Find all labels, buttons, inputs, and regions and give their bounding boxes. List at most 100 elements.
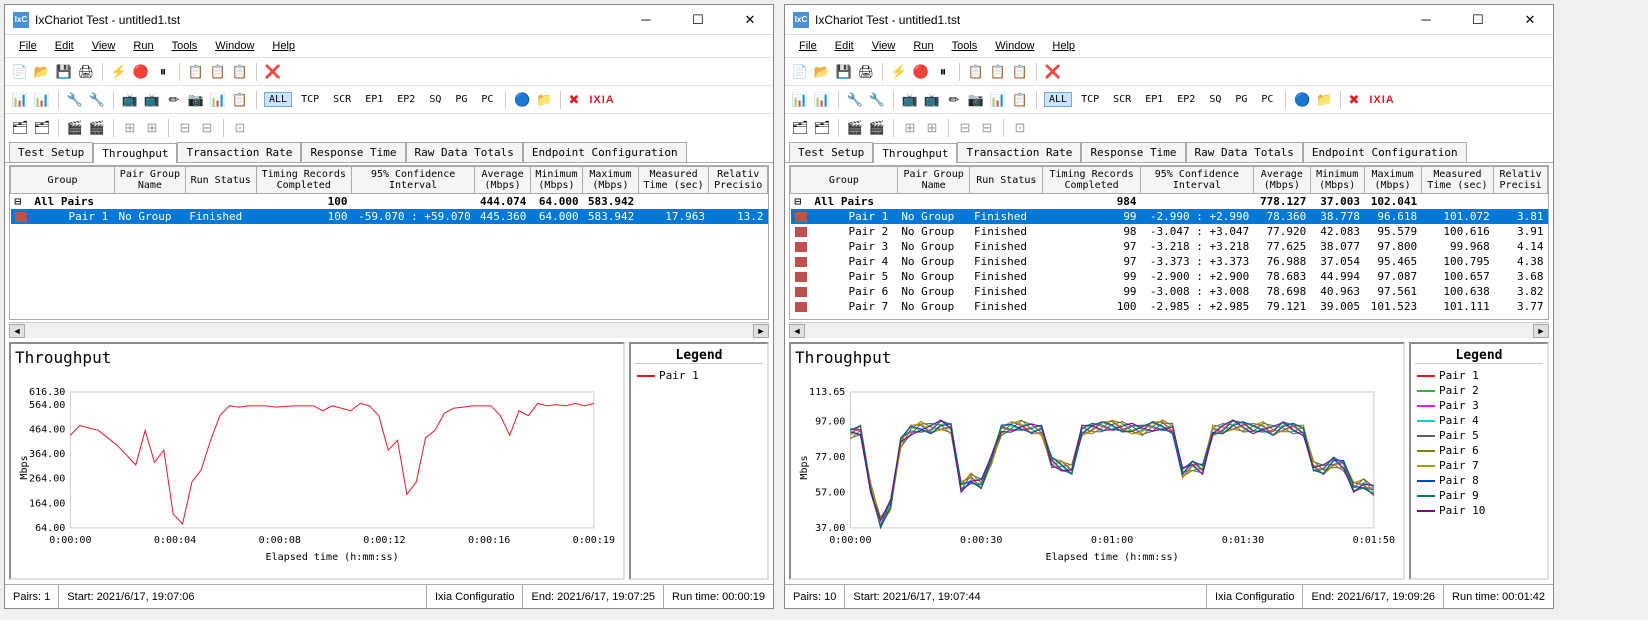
tool-icon-4[interactable]: 📺 <box>143 91 161 109</box>
toolbar-icon-2[interactable]: 💾 <box>55 63 73 81</box>
tab-endpoint-configuration[interactable]: Endpoint Configuration <box>1303 142 1467 162</box>
column-header[interactable]: Average(Mbps) <box>1253 167 1310 194</box>
table-row[interactable]: Pair 6 No GroupFinished 99-3.008 : +3.00… <box>791 284 1548 299</box>
scroll-left-button[interactable]: ◄ <box>9 324 25 338</box>
tool-icon-7[interactable]: 📊 <box>209 91 227 109</box>
chart[interactable]: Throughput 64.00164.00264.00364.00464.00… <box>9 342 625 580</box>
tool-icon-9[interactable]: 🔵 <box>1293 91 1311 109</box>
menu-view[interactable]: View <box>864 38 904 54</box>
menu-window[interactable]: Window <box>987 38 1042 54</box>
menu-run[interactable]: Run <box>905 38 941 54</box>
tool-icon-9[interactable]: 🔵 <box>513 91 531 109</box>
tool-icon-2[interactable]: 🔧 <box>868 91 886 109</box>
table-row[interactable]: Pair 7 No GroupFinished 100-2.985 : +2.9… <box>791 299 1548 314</box>
filter-pg[interactable]: PG <box>1230 92 1252 107</box>
column-header[interactable]: RelativPrecisio <box>709 167 768 194</box>
menu-tools[interactable]: Tools <box>944 38 986 54</box>
column-header[interactable]: MeasuredTime (sec) <box>638 167 709 194</box>
filter-ep2[interactable]: EP2 <box>1172 92 1200 107</box>
tool-icon-5[interactable]: ✏ <box>165 91 183 109</box>
menu-edit[interactable]: Edit <box>827 38 862 54</box>
toolbar-icon-8[interactable]: 📋 <box>989 63 1007 81</box>
layout-icon-5[interactable]: ⊡ <box>1011 119 1029 137</box>
tool-icon-4[interactable]: 📺 <box>923 91 941 109</box>
horizontal-scrollbar[interactable]: ◄ ► <box>789 322 1549 338</box>
layout-icon-1[interactable]: ⊞ <box>901 119 919 137</box>
column-header[interactable]: Average(Mbps) <box>475 167 531 194</box>
toolbar-icon-0[interactable]: 📄 <box>791 63 809 81</box>
filter-all[interactable]: ALL <box>264 92 292 107</box>
toolbar-icon-6[interactable]: ⏸ <box>154 63 172 81</box>
filter-tcp[interactable]: TCP <box>296 92 324 107</box>
table-row[interactable]: Pair 5 No GroupFinished 99-2.900 : +2.90… <box>791 269 1548 284</box>
filter-sq[interactable]: SQ <box>1204 92 1226 107</box>
view-icon-4[interactable]: 🎬 <box>88 119 106 137</box>
filter-pc[interactable]: PC <box>1256 92 1278 107</box>
filter-scr[interactable]: SCR <box>328 92 356 107</box>
table-row[interactable]: Pair 2 No GroupFinished 98-3.047 : +3.04… <box>791 224 1548 239</box>
filter-pc[interactable]: PC <box>476 92 498 107</box>
toolbar-icon-6[interactable]: ⏸ <box>934 63 952 81</box>
column-header[interactable]: Group <box>791 167 898 194</box>
column-header[interactable]: Timing RecordsCompleted <box>1043 167 1141 194</box>
toolbar-icon-2[interactable]: 💾 <box>835 63 853 81</box>
results-table[interactable]: GroupPair GroupNameRun StatusTiming Reco… <box>9 165 769 320</box>
toolbar-icon-5[interactable]: 🔴 <box>132 63 150 81</box>
filter-scr[interactable]: SCR <box>1108 92 1136 107</box>
toolbar-icon-10[interactable]: ❌ <box>1044 63 1062 81</box>
column-header[interactable]: Run Status <box>970 167 1043 194</box>
scroll-right-button[interactable]: ► <box>753 324 769 338</box>
menu-file[interactable]: File <box>11 38 45 54</box>
tool-icon-5[interactable]: ✏ <box>945 91 963 109</box>
toolbar-icon-1[interactable]: 📂 <box>33 63 51 81</box>
menu-help[interactable]: Help <box>264 38 303 54</box>
view-icon-1[interactable]: 🗂 <box>791 119 809 137</box>
tool-icon-8[interactable]: 📋 <box>1011 91 1029 109</box>
column-header[interactable]: MeasuredTime (sec) <box>1421 167 1494 194</box>
menu-tools[interactable]: Tools <box>164 38 206 54</box>
toolbar-icon-0[interactable]: 📄 <box>11 63 29 81</box>
toolbar-icon-4[interactable]: ⚡ <box>110 63 128 81</box>
table-row[interactable]: Pair 1 No GroupFinished 99-2.990 : +2.99… <box>791 209 1548 224</box>
table-row[interactable]: Pair 3 No GroupFinished 97-3.218 : +3.21… <box>791 239 1548 254</box>
column-header[interactable]: Group <box>11 167 115 194</box>
column-header[interactable]: Maximum(Mbps) <box>1364 167 1421 194</box>
tab-endpoint-configuration[interactable]: Endpoint Configuration <box>523 142 687 162</box>
tab-transaction-rate[interactable]: Transaction Rate <box>957 142 1081 162</box>
tool-icon[interactable]: 🔧 <box>66 91 84 109</box>
tool-icon-10[interactable]: 📁 <box>535 91 553 109</box>
filter-icon[interactable]: 📊 <box>11 91 29 109</box>
tool-icon-7[interactable]: 📊 <box>989 91 1007 109</box>
toolbar-icon-7[interactable]: 📋 <box>967 63 985 81</box>
toolbar-icon-4[interactable]: ⚡ <box>890 63 908 81</box>
view-icon-2[interactable]: 🗂 <box>813 119 831 137</box>
filter-ep1[interactable]: EP1 <box>1140 92 1168 107</box>
filter-pg[interactable]: PG <box>450 92 472 107</box>
tab-response-time[interactable]: Response Time <box>301 142 405 162</box>
tab-raw-data-totals[interactable]: Raw Data Totals <box>406 142 523 162</box>
layout-icon-4[interactable]: ⊟ <box>198 119 216 137</box>
column-header[interactable]: 95% ConfidenceInterval <box>351 167 474 194</box>
tool-icon-6[interactable]: 📷 <box>187 91 205 109</box>
layout-icon-5[interactable]: ⊡ <box>231 119 249 137</box>
tab-test-setup[interactable]: Test Setup <box>789 142 873 162</box>
view-icon-1[interactable]: 🗂 <box>11 119 29 137</box>
group-row[interactable]: ⊟ All Pairs 984 778.12737.003102.041 <box>791 194 1548 210</box>
menu-edit[interactable]: Edit <box>47 38 82 54</box>
horizontal-scrollbar[interactable]: ◄ ► <box>9 322 769 338</box>
toolbar-icon-10[interactable]: ❌ <box>264 63 282 81</box>
tab-response-time[interactable]: Response Time <box>1081 142 1185 162</box>
tool-icon-10[interactable]: 📁 <box>1315 91 1333 109</box>
close-button[interactable]: ✕ <box>1515 10 1545 30</box>
view-icon-3[interactable]: 🎬 <box>846 119 864 137</box>
menu-file[interactable]: File <box>791 38 825 54</box>
tab-raw-data-totals[interactable]: Raw Data Totals <box>1186 142 1303 162</box>
view-icon-3[interactable]: 🎬 <box>66 119 84 137</box>
menu-view[interactable]: View <box>84 38 124 54</box>
column-header[interactable]: Minimum(Mbps) <box>530 167 582 194</box>
column-header[interactable]: Minimum(Mbps) <box>1310 167 1364 194</box>
toolbar-icon-8[interactable]: 📋 <box>209 63 227 81</box>
scroll-right-button[interactable]: ► <box>1533 324 1549 338</box>
column-header[interactable]: Pair GroupName <box>115 167 186 194</box>
column-header[interactable]: RelativPrecisi <box>1494 167 1548 194</box>
